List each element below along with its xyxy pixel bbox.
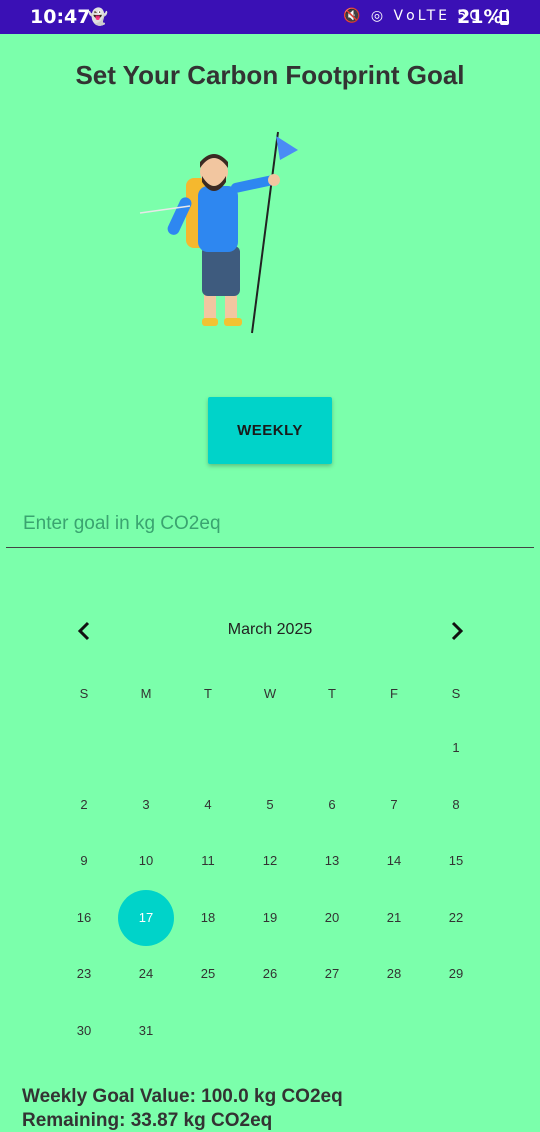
- calendar-day[interactable]: 3: [123, 782, 169, 828]
- calendar-day[interactable]: 6: [309, 782, 355, 828]
- calendar-day[interactable]: 2: [61, 782, 107, 828]
- calendar-day-selected[interactable]: 17: [118, 889, 174, 946]
- weekday-label: M: [140, 686, 152, 701]
- calendar-day[interactable]: 25: [185, 951, 231, 997]
- calendar-day[interactable]: 5: [247, 782, 293, 828]
- weekday-label: S: [451, 686, 461, 701]
- calendar-day[interactable]: 14: [371, 838, 417, 884]
- next-month-icon[interactable]: [443, 618, 469, 644]
- calendar-day[interactable]: 26: [247, 951, 293, 997]
- calendar-day[interactable]: 18: [185, 895, 231, 941]
- calendar-day[interactable]: 9: [61, 838, 107, 884]
- remaining-value: Remaining: 33.87 kg CO2eq: [22, 1110, 273, 1131]
- battery-icon: [500, 10, 509, 25]
- calendar-day[interactable]: 11: [185, 838, 231, 884]
- calendar-day[interactable]: 19: [247, 895, 293, 941]
- goal-input[interactable]: [6, 500, 534, 548]
- calendar-day[interactable]: 7: [371, 782, 417, 828]
- hiker-illustration: [139, 131, 298, 334]
- calendar-day[interactable]: 24: [123, 951, 169, 997]
- weekday-label: T: [204, 686, 212, 701]
- calendar-day[interactable]: 13: [309, 838, 355, 884]
- calendar-day[interactable]: 20: [309, 895, 355, 941]
- calendar-day[interactable]: 22: [433, 895, 479, 941]
- page-title: Set Your Carbon Footprint Goal: [75, 60, 465, 90]
- calendar-day[interactable]: 23: [61, 951, 107, 997]
- weekly-goal-value: Weekly Goal Value: 100.0 kg CO2eq: [22, 1086, 343, 1107]
- calendar-day[interactable]: 1: [433, 725, 479, 771]
- weekday-label: F: [390, 686, 398, 701]
- calendar-day[interactable]: 15: [433, 838, 479, 884]
- calendar-day[interactable]: 12: [247, 838, 293, 884]
- calendar-day[interactable]: 29: [433, 951, 479, 997]
- period-toggle-button[interactable]: WEEKLY: [208, 397, 332, 464]
- calendar-day[interactable]: 28: [371, 951, 417, 997]
- weekday-label: T: [328, 686, 336, 701]
- battery-percent: 21%: [457, 6, 503, 28]
- calendar-day[interactable]: 10: [123, 838, 169, 884]
- previous-month-icon[interactable]: [72, 618, 98, 644]
- status-time: 10:47: [30, 6, 91, 28]
- status-bar: 10:47 👻 🔇 ◎ ⅤoLTE 5G .ıl 21%: [0, 0, 540, 34]
- weekday-label: W: [263, 686, 277, 701]
- calendar-month-label: March 2025: [227, 621, 313, 638]
- calendar-day[interactable]: 31: [123, 1008, 169, 1054]
- calendar-day[interactable]: 16: [61, 895, 107, 941]
- calendar-day[interactable]: 27: [309, 951, 355, 997]
- weekday-label: S: [79, 686, 89, 701]
- calendar-day[interactable]: 8: [433, 782, 479, 828]
- calendar-day[interactable]: 30: [61, 1008, 107, 1054]
- calendar-day[interactable]: 21: [371, 895, 417, 941]
- calendar-day[interactable]: 4: [185, 782, 231, 828]
- snapchat-icon: 👻: [88, 7, 108, 26]
